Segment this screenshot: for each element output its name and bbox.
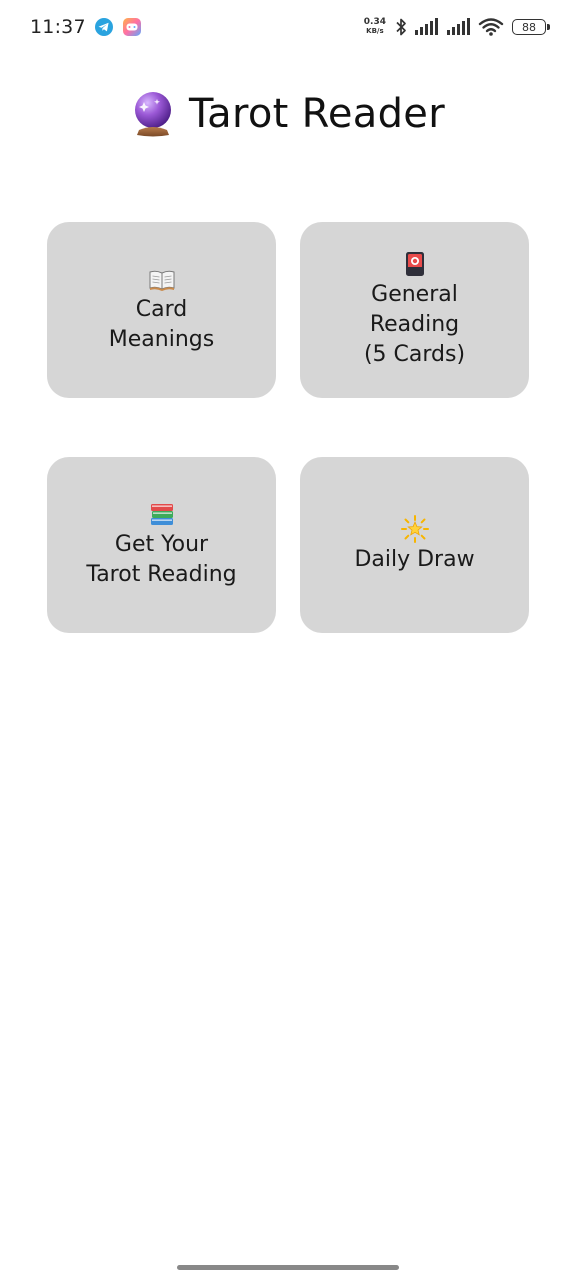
open-book-icon	[149, 270, 174, 291]
page-title: Tarot Reader	[189, 91, 445, 137]
home-indicator[interactable]	[177, 1265, 399, 1270]
status-right: 0.34 KB/s 88	[364, 17, 550, 37]
signal-icon	[415, 18, 438, 35]
network-speed: 0.34 KB/s	[364, 18, 386, 36]
daily-draw-label: Daily Draw	[354, 547, 475, 572]
wifi-icon	[478, 18, 504, 36]
flower-playing-card-icon	[405, 252, 424, 276]
status-bar: 11:37 0.34 KB/s 88	[0, 0, 576, 58]
network-speed-unit: KB/s	[366, 27, 384, 35]
telegram-icon	[94, 18, 113, 36]
general-reading-label: General Reading (5 Cards)	[363, 282, 466, 367]
bluetooth-icon	[396, 18, 406, 36]
card-meanings-label: Card Meanings	[108, 297, 215, 352]
general-reading-button[interactable]: General Reading (5 Cards)	[300, 222, 529, 398]
books-icon	[150, 504, 173, 525]
signal-icon	[447, 18, 470, 35]
battery-icon: 88	[512, 19, 550, 35]
game-app-icon	[122, 18, 141, 36]
get-tarot-reading-label: Get Your Tarot Reading	[86, 532, 237, 587]
get-tarot-reading-button[interactable]: Get Your Tarot Reading	[47, 457, 276, 633]
network-speed-value: 0.34	[363, 17, 386, 27]
status-time: 11:37	[30, 16, 86, 38]
glowing-star-icon	[400, 515, 429, 543]
crystal-ball-icon	[135, 92, 172, 137]
daily-draw-button[interactable]: Daily Draw	[300, 457, 529, 633]
battery-level: 88	[522, 20, 536, 34]
status-left: 11:37	[30, 16, 142, 38]
page-header: Tarot Reader	[0, 84, 576, 144]
card-meanings-button[interactable]: Card Meanings	[47, 222, 276, 398]
